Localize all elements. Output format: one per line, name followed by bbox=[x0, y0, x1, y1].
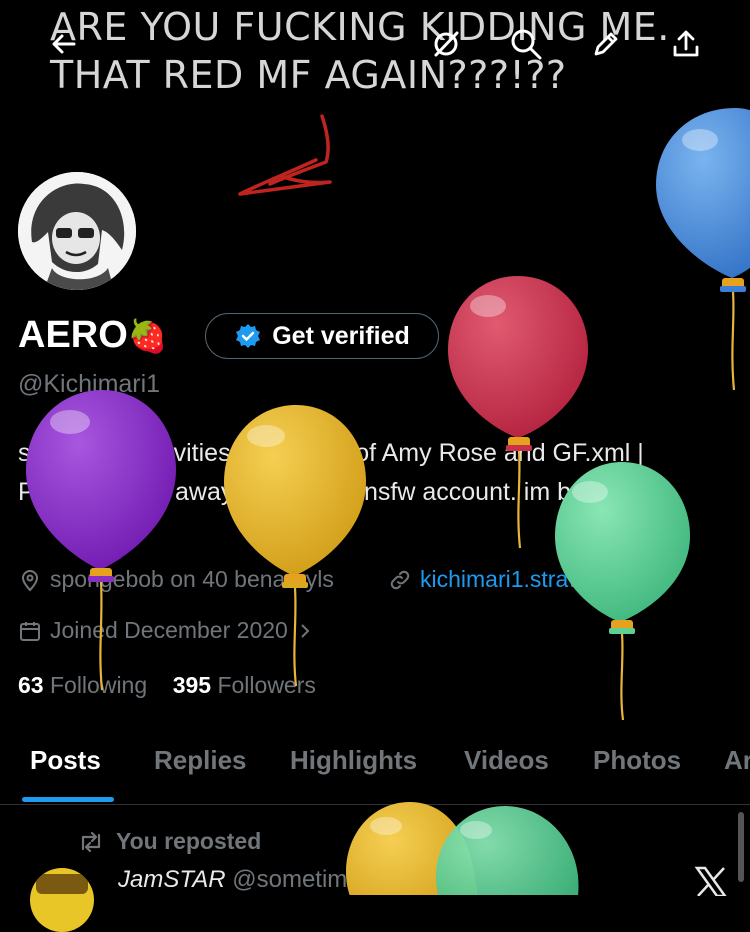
joined-row[interactable]: Joined December 2020 bbox=[18, 617, 314, 644]
followers-link[interactable]: 395 Followers bbox=[173, 672, 316, 698]
followers-label: Followers bbox=[217, 672, 316, 698]
active-tab-indicator bbox=[22, 797, 114, 802]
red-arrow-drawing bbox=[238, 114, 332, 196]
post-author-name: JamSTAR bbox=[118, 866, 226, 893]
scrollbar[interactable] bbox=[738, 812, 744, 882]
follow-stats: 63 Following 395 Followers bbox=[18, 672, 316, 699]
post-author-handle: @sometimes31... bbox=[232, 866, 420, 893]
tabs-divider bbox=[0, 804, 750, 805]
anti-grok-icon[interactable] bbox=[426, 24, 466, 64]
tab-photos[interactable]: Photos bbox=[593, 745, 681, 776]
profile-tabs: Posts Replies Highlights Videos Photos A… bbox=[0, 740, 750, 804]
chevron-right-icon bbox=[301, 623, 310, 638]
balloon-blue bbox=[656, 108, 750, 391]
followers-count: 395 bbox=[172, 672, 212, 698]
get-verified-label: Get verified bbox=[272, 321, 410, 350]
location-row: spongebob on 40 benadryls bbox=[18, 566, 334, 593]
repost-icon bbox=[81, 831, 101, 852]
location-text: spongebob on 40 benadryls bbox=[50, 566, 334, 592]
profile-name: AERO🍓 bbox=[18, 314, 168, 357]
repost-text: You reposted bbox=[116, 828, 262, 854]
tab-replies[interactable]: Replies bbox=[154, 745, 247, 776]
strawberry-emoji: 🍓 bbox=[127, 318, 168, 354]
x-logo-icon bbox=[694, 866, 728, 901]
get-verified-button[interactable]: Get verified bbox=[205, 313, 439, 359]
website-link[interactable]: kichimari1.straw.page bbox=[420, 566, 641, 593]
back-arrow-icon[interactable] bbox=[44, 24, 84, 64]
post-author-avatar[interactable] bbox=[30, 868, 94, 932]
verified-badge-icon bbox=[236, 324, 261, 348]
avatar[interactable] bbox=[18, 172, 136, 290]
following-label: Following bbox=[49, 672, 148, 698]
share-icon[interactable] bbox=[666, 24, 706, 64]
tab-highlights[interactable]: Highlights bbox=[290, 745, 417, 776]
following-link[interactable]: 63 Following bbox=[18, 672, 147, 698]
search-icon[interactable] bbox=[506, 24, 546, 64]
link-icon bbox=[390, 570, 410, 589]
repost-indicator: You reposted bbox=[78, 828, 261, 855]
balloon-green-bottom bbox=[436, 806, 579, 895]
display-name: AERO bbox=[18, 314, 128, 356]
edit-pencil-icon[interactable] bbox=[586, 24, 626, 64]
location-pin-icon bbox=[21, 569, 39, 591]
profile-bio: silly goofy activities | huge fan of Amy… bbox=[18, 439, 654, 506]
joined-text: Joined December 2020 bbox=[50, 617, 288, 643]
profile-handle: @Kichimari1 bbox=[18, 370, 161, 398]
calendar-icon bbox=[20, 621, 40, 641]
post-author[interactable]: JamSTAR @sometimes31... bbox=[118, 866, 419, 894]
website-row[interactable]: kichimari1.straw.page bbox=[388, 566, 641, 593]
tab-posts[interactable]: Posts bbox=[30, 745, 101, 776]
tab-articles[interactable]: Ar bbox=[724, 745, 750, 776]
following-count: 63 bbox=[18, 672, 44, 698]
tab-videos[interactable]: Videos bbox=[464, 745, 549, 776]
